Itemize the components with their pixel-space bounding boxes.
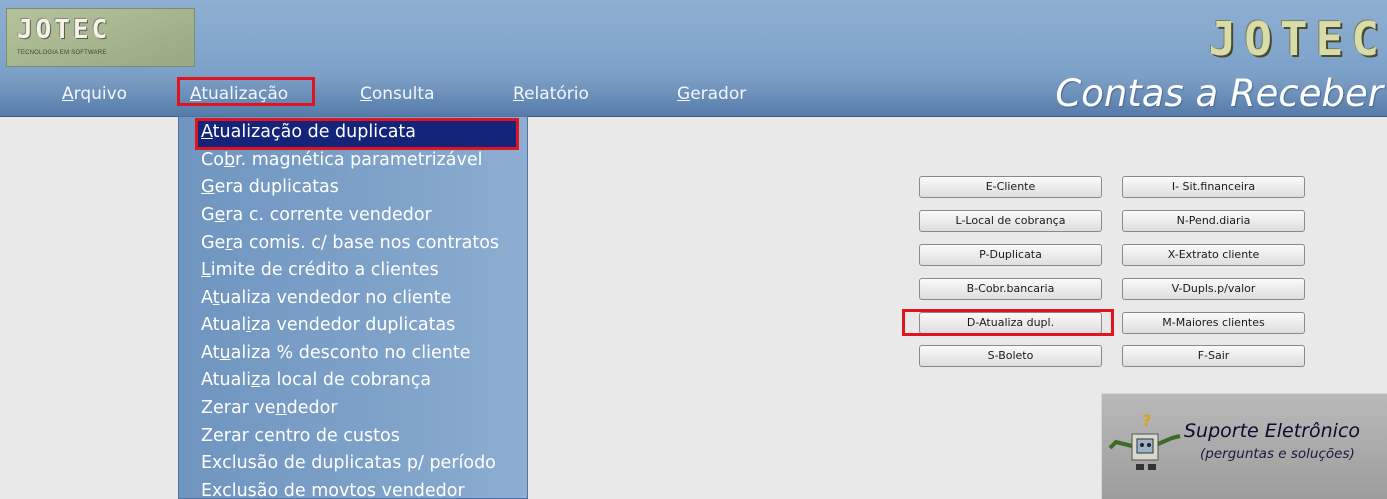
e-cliente-button[interactable]: E-Cliente [919,176,1102,198]
menu-item-gera-comis-contratos[interactable]: Gera comis. c/ base nos contratos [201,233,499,253]
app-header: JOTEC TECNOLOGIA EM SOFTWARE JOTEC [0,0,1387,76]
l-local-cobranca-button[interactable]: L-Local de cobrança [919,210,1102,232]
menu-item-gera-duplicatas[interactable]: Gera duplicatas [201,177,339,197]
logo-text: JOTEC [17,15,111,45]
menu-relatorio[interactable]: Relatório [513,84,589,104]
menu-item-gera-c-corrente-vendedor[interactable]: Gera c. corrente vendedor [201,205,432,225]
brand-logo-text: JOTEC [1208,12,1387,66]
v-dupls-valor-button[interactable]: V-Dupls.p/valor [1122,278,1305,300]
f-sair-button[interactable]: F-Sair [1122,345,1305,367]
suporte-eletronico-panel[interactable]: ? Suporte Eletrônico (perguntas e soluçõ… [1101,393,1387,499]
support-title: Suporte Eletrônico [1184,420,1361,442]
d-atualiza-dupl-highlight [902,309,1114,336]
p-duplicata-button[interactable]: P-Duplicata [919,244,1102,266]
jotec-logo: JOTEC TECNOLOGIA EM SOFTWARE [6,8,195,67]
menu-item-cobr-magnetica[interactable]: Cobr. magnética parametrizável [201,150,483,170]
n-pend-diaria-button[interactable]: N-Pend.diaria [1122,210,1305,232]
s-boleto-button[interactable]: S-Boleto [919,345,1102,367]
i-sit-financeira-button[interactable]: I- Sit.financeira [1122,176,1305,198]
menu-gerador[interactable]: Gerador [677,84,746,104]
menu-consulta[interactable]: Consulta [360,84,435,104]
menu-item-exclusao-duplicatas-periodo[interactable]: Exclusão de duplicatas p/ período [201,453,496,473]
atualizacao-dropdown-menu: Atualização de duplicata Cobr. magnética… [178,116,528,499]
menu-item-atualiza-local-cobranca[interactable]: Atualiza local de cobrança [201,370,431,390]
x-extrato-cliente-button[interactable]: X-Extrato cliente [1122,244,1305,266]
b-cobr-bancaria-button[interactable]: B-Cobr.bancaria [919,278,1102,300]
menu-arquivo[interactable]: Arquivo [62,84,127,104]
page-title: Contas a Receber [1055,72,1383,115]
selected-item-highlight [195,118,519,150]
m-maiores-clientes-button[interactable]: M-Maiores clientes [1122,312,1305,334]
svg-text:?: ? [1142,412,1151,430]
menu-item-atualiza-vendedor-duplicatas[interactable]: Atualiza vendedor duplicatas [201,315,455,335]
logo-subtitle: TECNOLOGIA EM SOFTWARE [17,50,107,56]
menu-atualizacao-highlight [177,77,315,106]
support-robot-icon: ? [1108,412,1181,470]
menu-item-atualiza-vendedor-cliente[interactable]: Atualiza vendedor no cliente [201,288,451,308]
menu-item-exclusao-movtos-vendedor[interactable]: Exclusão de movtos vendedor [201,481,465,498]
menu-item-limite-credito[interactable]: Limite de crédito a clientes [201,260,439,280]
menu-item-zerar-vendedor[interactable]: Zerar vendedor [201,398,338,418]
menu-item-zerar-centro-custos[interactable]: Zerar centro de custos [201,426,400,446]
support-subtitle: (perguntas e soluções) [1200,446,1355,462]
menu-item-atualiza-desconto-cliente[interactable]: Atualiza % desconto no cliente [201,343,470,363]
